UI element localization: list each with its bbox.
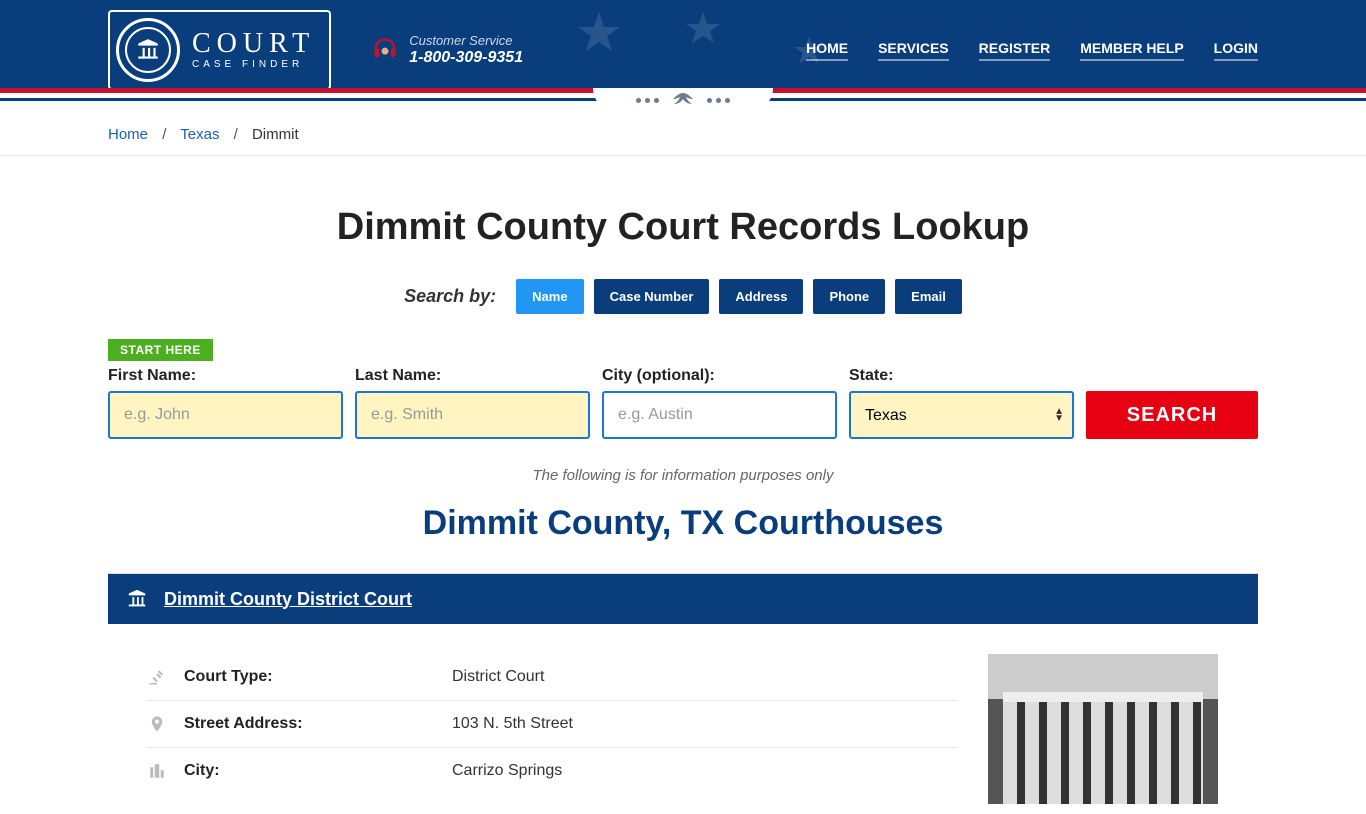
courthouse-icon [126, 588, 148, 610]
nav-member-help[interactable]: MEMBER HELP [1080, 40, 1183, 61]
gavel-icon [148, 668, 166, 686]
court-name-link[interactable]: Dimmit County District Court [164, 589, 412, 610]
last-name-label: Last Name: [355, 367, 590, 385]
detail-row: City: Carrizo Springs [148, 748, 958, 794]
page-title: Dimmit County Court Records Lookup [108, 206, 1258, 249]
detail-value: 103 N. 5th Street [452, 715, 573, 733]
logo-text: COURT [192, 30, 315, 58]
detail-row: Court Type: District Court [148, 654, 958, 701]
customer-service: Customer Service 1-800-309-9351 [371, 33, 523, 68]
search-by-row: Search by: Name Case Number Address Phon… [108, 279, 1258, 314]
state-select[interactable]: Texas [849, 391, 1074, 439]
tab-email[interactable]: Email [895, 279, 962, 314]
last-name-input[interactable] [355, 391, 590, 439]
star-decoration [792, 35, 827, 70]
search-by-label: Search by: [404, 286, 496, 307]
tab-phone[interactable]: Phone [813, 279, 885, 314]
site-header: COURT CASE FINDER Customer Service 1-800… [0, 0, 1366, 100]
nav-services[interactable]: SERVICES [878, 40, 949, 61]
star-decoration [683, 10, 723, 50]
breadcrumb-sep: / [234, 126, 238, 143]
first-name-label: First Name: [108, 367, 343, 385]
site-logo[interactable]: COURT CASE FINDER [108, 10, 331, 90]
breadcrumb-home[interactable]: Home [108, 126, 148, 143]
breadcrumb-current: Dimmit [252, 126, 299, 143]
detail-label: City: [184, 762, 434, 780]
start-here-badge: START HERE [108, 339, 213, 361]
cs-phone: 1-800-309-9351 [409, 48, 523, 67]
logo-seal-icon [116, 18, 180, 82]
star-decoration [574, 10, 624, 60]
tab-case-number[interactable]: Case Number [594, 279, 710, 314]
first-name-input[interactable] [108, 391, 343, 439]
city-input[interactable] [602, 391, 837, 439]
headset-icon [371, 36, 399, 64]
breadcrumb-state[interactable]: Texas [180, 126, 219, 143]
detail-value: Carrizo Springs [452, 762, 562, 780]
breadcrumb-sep: / [162, 126, 166, 143]
court-details: Court Type: District Court Street Addres… [148, 654, 958, 804]
court-card-header: Dimmit County District Court [108, 574, 1258, 624]
breadcrumb: Home / Texas / Dimmit [98, 114, 1268, 155]
disclaimer-text: The following is for information purpose… [108, 467, 1258, 484]
nav-register[interactable]: REGISTER [979, 40, 1051, 61]
detail-label: Court Type: [184, 668, 434, 686]
tab-address[interactable]: Address [719, 279, 803, 314]
city-label: City (optional): [602, 367, 837, 385]
detail-value: District Court [452, 668, 544, 686]
tab-name[interactable]: Name [516, 279, 583, 314]
logo-subtext: CASE FINDER [192, 60, 315, 70]
city-icon [148, 762, 166, 780]
breadcrumb-bar: Home / Texas / Dimmit [0, 100, 1366, 156]
main-nav: HOME SERVICES REGISTER MEMBER HELP LOGIN [806, 40, 1258, 61]
pin-icon [148, 715, 166, 733]
court-photo [988, 654, 1218, 804]
state-label: State: [849, 367, 1074, 385]
search-button[interactable]: SEARCH [1086, 391, 1258, 439]
search-form: First Name: Last Name: City (optional): … [108, 367, 1258, 439]
nav-login[interactable]: LOGIN [1214, 40, 1258, 61]
detail-label: Street Address: [184, 715, 434, 733]
detail-row: Street Address: 103 N. 5th Street [148, 701, 958, 748]
section-title: Dimmit County, TX Courthouses [108, 504, 1258, 543]
court-card: Dimmit County District Court Court Type:… [108, 573, 1258, 804]
cs-label: Customer Service [409, 33, 523, 49]
